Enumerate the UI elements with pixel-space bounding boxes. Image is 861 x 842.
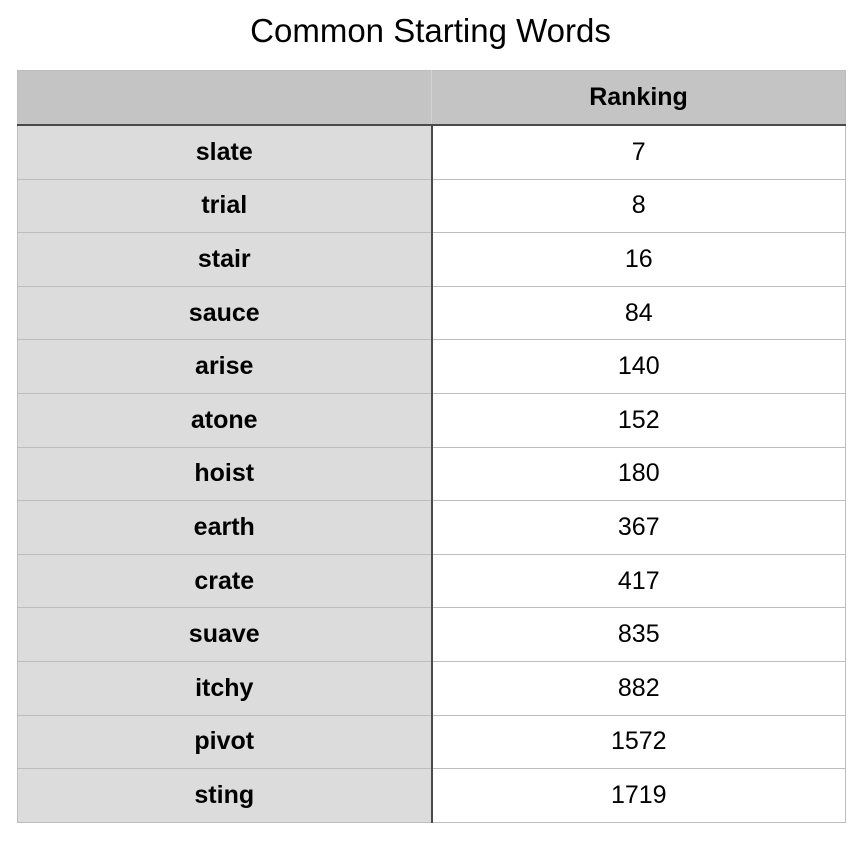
word-cell: hoist [17,446,433,502]
table-row: suave 835 [17,607,846,662]
word-cell: itchy [17,660,433,716]
header-row: Ranking [17,70,846,126]
ranking-cell: 1572 [431,714,846,770]
table-row: atone 152 [17,392,846,448]
ranking-cell: 882 [431,660,846,716]
header-ranking-cell: Ranking [431,70,846,126]
word-cell: crate [17,553,433,609]
word-cell: slate [17,124,433,180]
table-row: hoist 180 [17,446,846,502]
ranking-cell: 180 [431,446,846,502]
ranking-cell: 7 [431,124,846,180]
ranking-table: Ranking slate 7 trial 8 stair 16 sauce 8… [17,70,846,823]
table-row: arise 140 [17,339,846,394]
table-row: slate 7 [17,124,846,180]
ranking-cell: 1719 [431,768,846,823]
ranking-cell: 16 [431,232,846,287]
ranking-cell: 140 [431,339,846,394]
table-row: itchy 882 [17,660,846,716]
table-row: pivot 1572 [17,714,846,770]
word-cell: suave [17,607,433,662]
word-cell: trial [17,178,433,234]
ranking-cell: 152 [431,392,846,448]
table-title: Common Starting Words [250,12,611,49]
ranking-cell: 835 [431,607,846,662]
word-cell: sting [17,768,433,823]
word-cell: arise [17,339,433,394]
word-cell: earth [17,500,433,555]
table-row: sauce 84 [17,285,846,341]
header-corner-cell [17,70,432,126]
word-cell: pivot [17,714,433,770]
table-row: sting 1719 [17,768,846,823]
table-header: Ranking [17,70,846,126]
table-body: slate 7 trial 8 stair 16 sauce 84 arise … [17,124,846,823]
table-row: crate 417 [17,553,846,609]
table-row: stair 16 [17,232,846,287]
ranking-cell: 367 [431,500,846,555]
word-cell: atone [17,392,433,448]
ranking-cell: 417 [431,553,846,609]
word-cell: stair [17,232,433,287]
table-row: earth 367 [17,500,846,555]
table-row: trial 8 [17,178,846,234]
word-cell: sauce [17,285,433,341]
ranking-cell: 8 [431,178,846,234]
ranking-cell: 84 [431,285,846,341]
